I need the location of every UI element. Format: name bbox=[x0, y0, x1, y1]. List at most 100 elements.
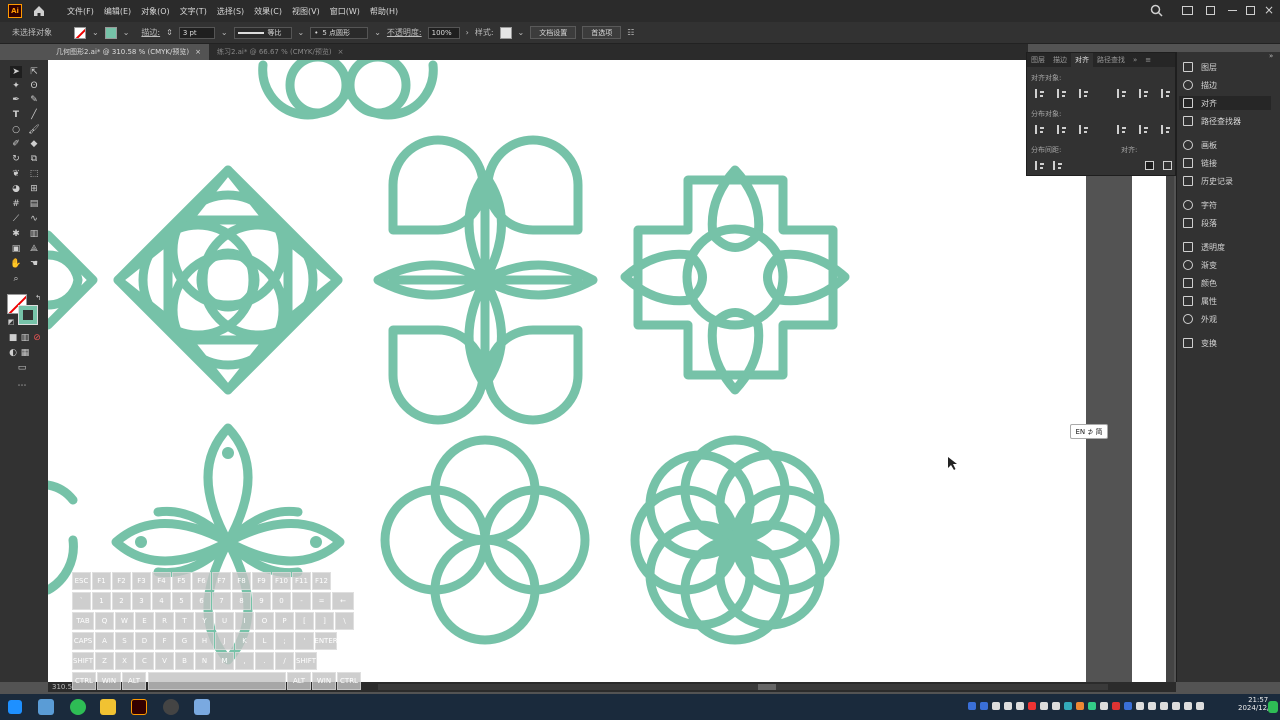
zoom-tool-icon[interactable]: ⌕ bbox=[10, 273, 22, 285]
rotate-icon[interactable]: ↻ bbox=[10, 153, 22, 165]
key[interactable]: 8 bbox=[232, 592, 251, 610]
tray-icon[interactable] bbox=[1040, 702, 1048, 710]
key[interactable]: ENTER bbox=[314, 632, 338, 650]
align-option-icon[interactable] bbox=[1117, 125, 1126, 134]
none-mode-icon[interactable]: ⊘ bbox=[31, 332, 43, 344]
illustrator-icon[interactable] bbox=[131, 699, 147, 715]
tray-icon[interactable] bbox=[1088, 702, 1096, 710]
align-option-icon[interactable] bbox=[1079, 89, 1088, 98]
draw-behind-icon[interactable]: ▦ bbox=[19, 347, 31, 359]
search-icon[interactable] bbox=[1150, 4, 1163, 17]
tray-icon[interactable] bbox=[1004, 702, 1012, 710]
key[interactable]: A bbox=[95, 632, 114, 650]
align-option-icon[interactable] bbox=[1161, 125, 1170, 134]
pen-tool-icon[interactable]: ✒ bbox=[10, 94, 22, 106]
key[interactable]: 5 bbox=[172, 592, 191, 610]
key[interactable]: F5 bbox=[172, 572, 191, 590]
panel-menu-icon[interactable]: ≡ bbox=[1141, 53, 1155, 67]
key[interactable]: WIN bbox=[312, 672, 336, 690]
graph-icon[interactable]: ▥ bbox=[28, 228, 40, 240]
align-option-icon[interactable] bbox=[1035, 89, 1044, 98]
key[interactable]: F7 bbox=[212, 572, 231, 590]
tray-icon[interactable] bbox=[1016, 702, 1024, 710]
key[interactable]: E bbox=[135, 612, 154, 630]
camera-icon[interactable] bbox=[163, 699, 179, 715]
hand-tool-icon[interactable]: ✋ bbox=[10, 258, 22, 270]
key[interactable]: Z bbox=[95, 652, 114, 670]
panel-item-6[interactable]: 历史记录 bbox=[1183, 174, 1233, 188]
key[interactable]: F9 bbox=[252, 572, 271, 590]
chevron-down-icon[interactable]: ⌄ bbox=[221, 28, 228, 37]
key[interactable]: K bbox=[235, 632, 254, 650]
key[interactable]: ESC bbox=[72, 572, 91, 590]
panel-item-2[interactable]: 对齐 bbox=[1179, 96, 1271, 110]
maximize-icon[interactable] bbox=[1246, 6, 1255, 15]
tab-layers[interactable]: 图层 bbox=[1027, 53, 1049, 67]
key[interactable]: F8 bbox=[232, 572, 251, 590]
blend-icon[interactable]: ∿ bbox=[28, 213, 40, 225]
folder-icon[interactable] bbox=[100, 699, 116, 715]
key[interactable]: 0 bbox=[272, 592, 291, 610]
key[interactable]: / bbox=[275, 652, 294, 670]
tray-icon[interactable] bbox=[1196, 702, 1204, 710]
stroke-swatch[interactable] bbox=[18, 305, 38, 325]
menu-item[interactable]: 编辑(E) bbox=[99, 6, 136, 17]
bird-icon[interactable] bbox=[38, 699, 54, 715]
key[interactable]: 9 bbox=[252, 592, 271, 610]
key[interactable]: O bbox=[255, 612, 274, 630]
menu-item[interactable]: 文件(F) bbox=[62, 6, 99, 17]
chevron-down-icon[interactable]: ⌄ bbox=[298, 28, 305, 37]
key[interactable]: - bbox=[292, 592, 311, 610]
key[interactable]: 4 bbox=[152, 592, 171, 610]
key[interactable]: B bbox=[175, 652, 194, 670]
tray-icon[interactable] bbox=[1076, 702, 1084, 710]
panel-item-7[interactable]: 字符 bbox=[1183, 198, 1217, 212]
type-tool-icon[interactable]: T bbox=[10, 109, 22, 121]
variable-width-profile[interactable]: 等比 bbox=[233, 26, 292, 39]
key[interactable]: 3 bbox=[132, 592, 151, 610]
color-mode-icon[interactable]: ■ bbox=[7, 332, 19, 344]
key[interactable]: [ bbox=[295, 612, 314, 630]
gradient-mode-icon[interactable]: ▥ bbox=[19, 332, 31, 344]
tab-document-2[interactable]: 练习2.ai* @ 66.67 % (CMYK/预览) × bbox=[209, 44, 352, 60]
key[interactable]: F2 bbox=[112, 572, 131, 590]
key[interactable]: ALT bbox=[287, 672, 311, 690]
more-tools-icon[interactable]: ⋯ bbox=[16, 380, 28, 392]
chevron-down-icon[interactable]: ⌄ bbox=[92, 28, 99, 37]
key[interactable]: . bbox=[255, 652, 274, 670]
tray-icon[interactable] bbox=[1064, 702, 1072, 710]
key[interactable]: ] bbox=[315, 612, 334, 630]
key[interactable]: , bbox=[235, 652, 254, 670]
space-key[interactable] bbox=[148, 672, 286, 690]
tray-icon[interactable] bbox=[1172, 702, 1180, 710]
panel-item-14[interactable]: 变换 bbox=[1183, 336, 1217, 350]
chevron-right-icon[interactable]: › bbox=[466, 28, 469, 37]
key[interactable]: 1 bbox=[92, 592, 111, 610]
panel-item-4[interactable]: 画板 bbox=[1183, 138, 1217, 152]
align-option-icon[interactable] bbox=[1053, 161, 1062, 170]
key[interactable]: ' bbox=[295, 632, 314, 650]
align-option-icon[interactable] bbox=[1139, 89, 1148, 98]
key[interactable]: W bbox=[115, 612, 134, 630]
panel-item-5[interactable]: 链接 bbox=[1183, 156, 1217, 170]
key[interactable]: D bbox=[135, 632, 154, 650]
close-icon[interactable]: × bbox=[195, 48, 201, 56]
align-option-icon[interactable] bbox=[1079, 125, 1088, 134]
menu-item[interactable]: 对象(O) bbox=[136, 6, 175, 17]
default-colors-icon[interactable]: ◩ bbox=[5, 316, 17, 328]
free-transform-icon[interactable]: ⬚ bbox=[28, 168, 40, 180]
key[interactable]: F bbox=[155, 632, 174, 650]
key[interactable]: P bbox=[275, 612, 294, 630]
key[interactable]: 7 bbox=[212, 592, 231, 610]
panel-item-12[interactable]: 属性 bbox=[1183, 294, 1217, 308]
document-setup-button[interactable]: 文档设置 bbox=[530, 26, 577, 39]
expand-icon[interactable]: » bbox=[1129, 53, 1141, 67]
home-icon[interactable] bbox=[32, 4, 46, 18]
tab-pathfinder[interactable]: 路径查找 bbox=[1093, 53, 1129, 67]
tray-icon[interactable] bbox=[1028, 702, 1036, 710]
swap-icon[interactable]: ↰ bbox=[32, 292, 44, 304]
close-icon[interactable]: × bbox=[338, 48, 344, 56]
tray-icon[interactable] bbox=[1112, 702, 1120, 710]
panel-item-9[interactable]: 透明度 bbox=[1183, 240, 1225, 254]
tray-icon[interactable] bbox=[1160, 702, 1168, 710]
